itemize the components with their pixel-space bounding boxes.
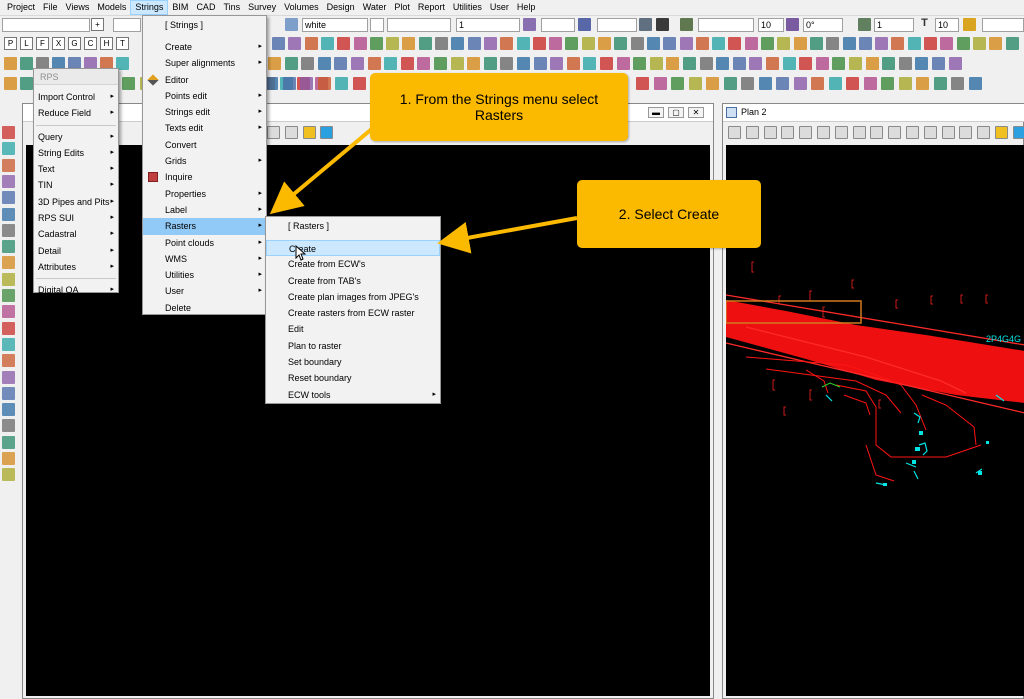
callout-step-2: 2. Select Create <box>577 180 761 248</box>
callout-arrow-2 <box>437 216 578 254</box>
callout-arrow-1 <box>269 126 375 215</box>
callout-step-2-text: 2. Select Create <box>618 206 720 222</box>
callout-step-1: 1. From the Strings menu select Rasters <box>370 73 628 141</box>
callout-step-1-text: 1. From the Strings menu select Rasters <box>399 91 599 123</box>
